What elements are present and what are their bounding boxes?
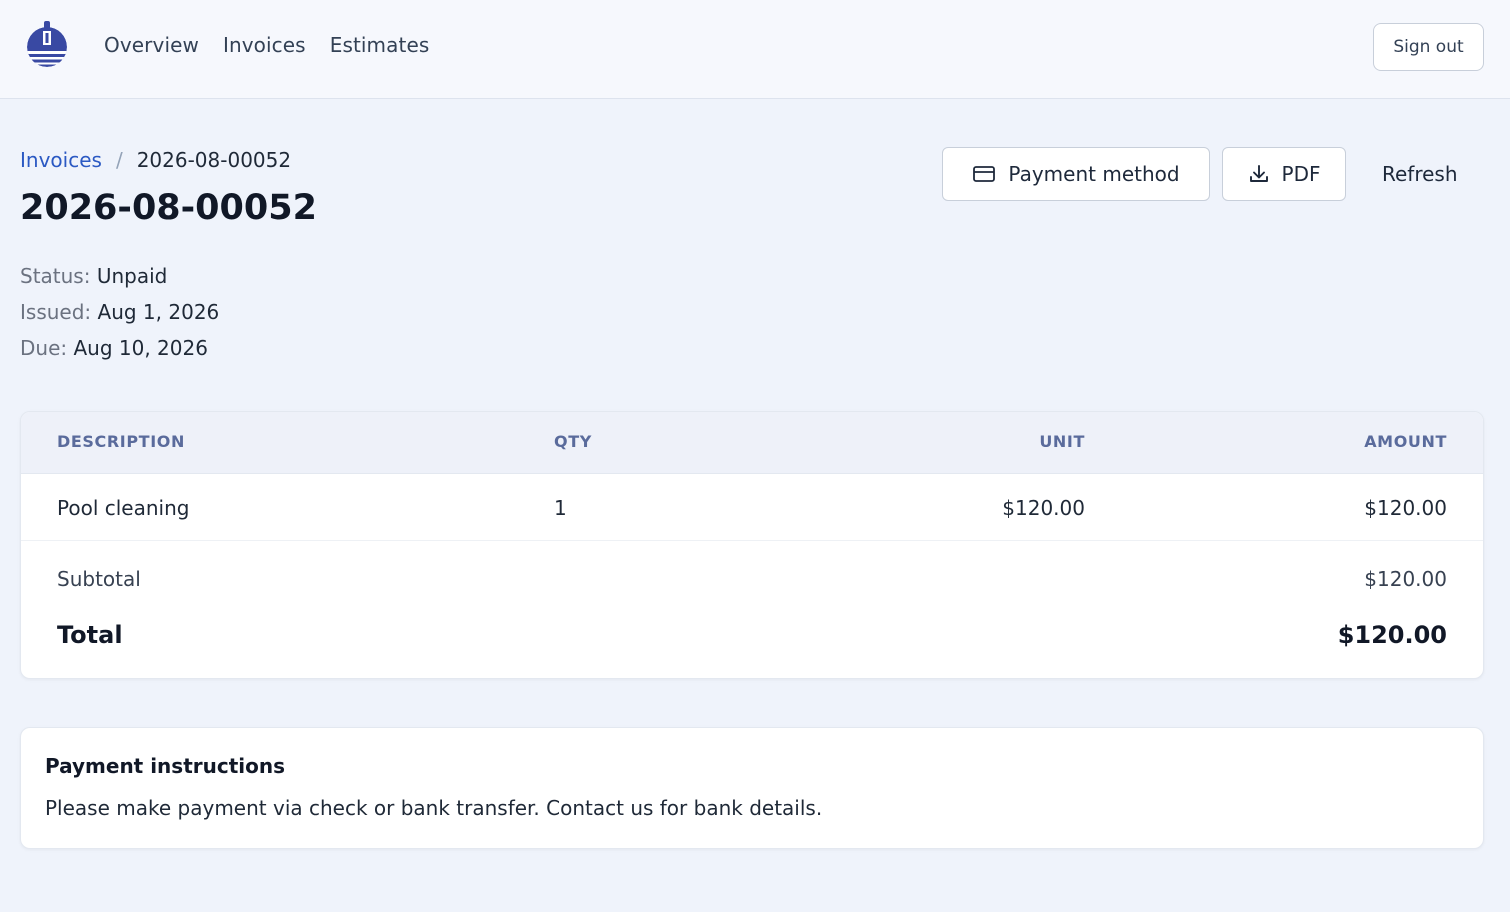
invoice-items-card: DESCRIPTION QTY UNIT AMOUNT Pool cleanin… <box>20 411 1484 679</box>
payment-method-label: Payment method <box>1008 162 1180 186</box>
breadcrumb-invoices-link[interactable]: Invoices <box>20 148 102 172</box>
breadcrumb-current: 2026-08-00052 <box>136 148 292 172</box>
sailboat-logo-icon[interactable] <box>26 20 68 70</box>
issued-label: Issued: <box>20 300 92 324</box>
pdf-label: PDF <box>1281 162 1321 186</box>
issued-row: Issued: Aug 1, 2026 <box>20 298 219 334</box>
pdf-download-button[interactable]: PDF <box>1222 147 1346 201</box>
credit-card-icon <box>972 164 996 184</box>
subtotal-value: $120.00 <box>1364 567 1447 591</box>
sign-out-button[interactable]: Sign out <box>1373 23 1484 71</box>
nav-estimates[interactable]: Estimates <box>330 33 430 57</box>
main-nav: Overview Invoices Estimates <box>104 33 429 57</box>
refresh-button[interactable]: Refresh <box>1382 162 1458 186</box>
download-icon <box>1248 163 1270 185</box>
top-navigation-bar: Overview Invoices Estimates Sign out <box>0 0 1510 99</box>
page-title: 2026-08-00052 <box>20 188 317 228</box>
total-label: Total <box>57 621 123 649</box>
payment-method-button[interactable]: Payment method <box>942 147 1210 201</box>
nav-overview[interactable]: Overview <box>104 33 199 57</box>
item-qty: 1 <box>554 496 567 520</box>
column-header-description: DESCRIPTION <box>57 432 185 451</box>
invoice-actions: Payment method PDF Refresh <box>942 147 1458 201</box>
column-header-qty: QTY <box>554 432 592 451</box>
total-value: $120.00 <box>1337 621 1447 649</box>
item-description: Pool cleaning <box>57 496 190 520</box>
due-value: Aug 10, 2026 <box>73 336 208 360</box>
subtotal-label: Subtotal <box>57 567 141 591</box>
payment-instructions-text: Please make payment via check or bank tr… <box>45 796 823 820</box>
item-amount: $120.00 <box>1364 496 1447 520</box>
payment-instructions-heading: Payment instructions <box>45 754 286 778</box>
invoice-meta: Status: Unpaid Issued: Aug 1, 2026 Due: … <box>20 262 219 370</box>
table-header: DESCRIPTION QTY UNIT AMOUNT <box>21 412 1483 474</box>
payment-instructions-card: Payment instructions Please make payment… <box>20 727 1484 849</box>
due-label: Due: <box>20 336 68 360</box>
status-label: Status: <box>20 264 91 288</box>
due-row: Due: Aug 10, 2026 <box>20 334 219 370</box>
table-row: Pool cleaning 1 $120.00 $120.00 <box>21 474 1483 541</box>
status-row: Status: Unpaid <box>20 262 219 298</box>
breadcrumb: Invoices / 2026-08-00052 <box>20 148 291 172</box>
nav-invoices[interactable]: Invoices <box>223 33 306 57</box>
issued-value: Aug 1, 2026 <box>97 300 220 324</box>
column-header-amount: AMOUNT <box>1364 432 1447 451</box>
status-value: Unpaid <box>96 264 168 288</box>
column-header-unit: UNIT <box>1039 432 1085 451</box>
breadcrumb-separator: / <box>115 148 123 172</box>
item-unit-price: $120.00 <box>1002 496 1085 520</box>
